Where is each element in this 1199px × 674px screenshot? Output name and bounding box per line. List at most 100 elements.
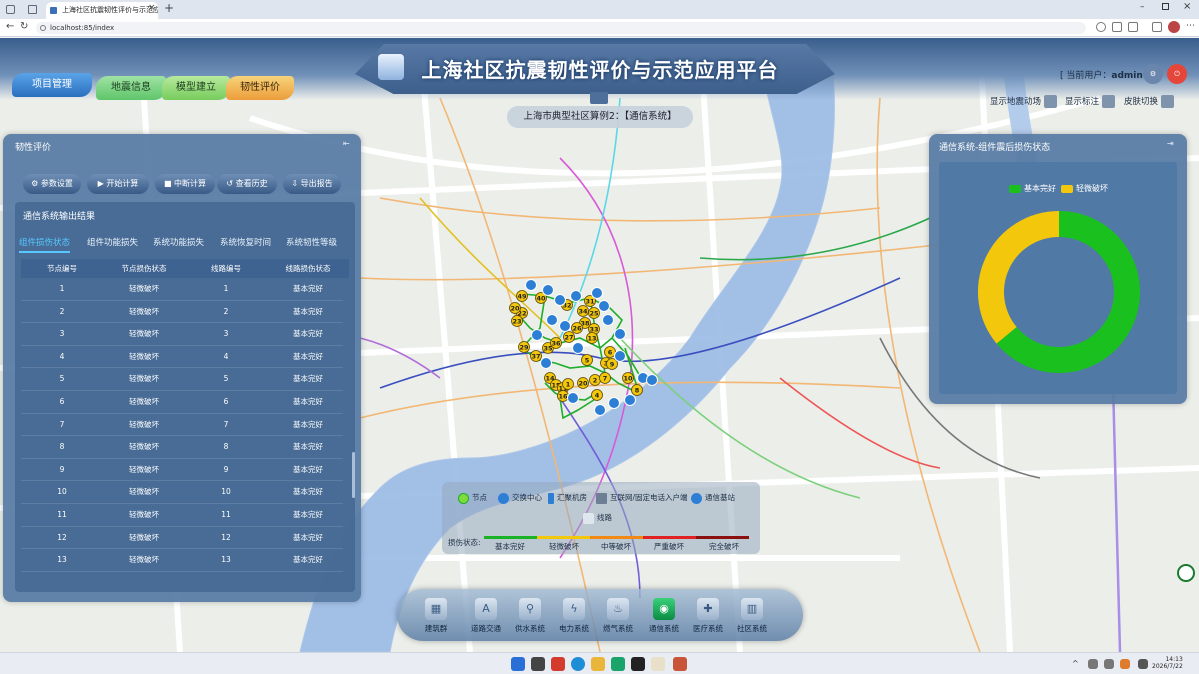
- table-row[interactable]: 10 轻微破坏 10 基本完好: [21, 481, 343, 504]
- base-station-marker[interactable]: [542, 284, 554, 296]
- more-menu-icon[interactable]: ⋯: [1186, 21, 1195, 31]
- base-station-marker[interactable]: [608, 397, 620, 409]
- back-icon[interactable]: ←: [6, 21, 14, 32]
- table-row[interactable]: 9 轻微破坏 9 基本完好: [21, 459, 343, 482]
- collapse-header-icon[interactable]: [590, 92, 608, 104]
- settings-icon[interactable]: ⚙: [1143, 64, 1163, 84]
- profile-avatar[interactable]: [1168, 21, 1180, 33]
- dock-community[interactable]: ▥ 社区系统: [731, 598, 773, 634]
- tab-actions-icon[interactable]: [6, 5, 15, 14]
- table-row[interactable]: 5 轻微破坏 5 基本完好: [21, 368, 343, 391]
- maximize-icon[interactable]: [1162, 3, 1169, 10]
- tab-system-function-loss[interactable]: 系统功能损失: [153, 236, 204, 248]
- table-row[interactable]: 4 轻微破坏 4 基本完好: [21, 346, 343, 369]
- tab-component-function-loss[interactable]: 组件功能损失: [87, 236, 138, 248]
- base-station-marker[interactable]: [624, 394, 636, 406]
- show-labels-button[interactable]: 显示标注: [1065, 94, 1116, 110]
- tray-sync-icon[interactable]: [1120, 659, 1130, 669]
- tab-system-recovery-time[interactable]: 系统恢复时间: [220, 236, 271, 248]
- base-station-marker[interactable]: [646, 374, 658, 386]
- tray-app-icon[interactable]: [1088, 659, 1098, 669]
- close-tab-icon[interactable]: ×: [148, 3, 156, 13]
- base-station-marker[interactable]: [554, 294, 566, 306]
- zoom-icon[interactable]: [1096, 22, 1106, 32]
- skin-switch-button[interactable]: 皮肤切换: [1124, 94, 1175, 110]
- dock-buildings[interactable]: ▦ 建筑群: [415, 598, 457, 634]
- show-ground-motion-button[interactable]: 显示地震动场: [990, 94, 1058, 110]
- url-field[interactable]: localhost:85/index: [36, 22, 1086, 34]
- legend-item-slight[interactable]: 轻微破坏: [1061, 183, 1108, 194]
- minimize-icon[interactable]: –: [1140, 2, 1145, 12]
- base-station-marker[interactable]: [525, 279, 537, 291]
- start-calc-button[interactable]: ▶ 开始计算: [87, 174, 149, 194]
- base-station-marker[interactable]: [614, 328, 626, 340]
- tab-system-resilience-level[interactable]: 系统韧性等级: [286, 236, 337, 248]
- workspaces-icon[interactable]: [28, 5, 37, 14]
- table-row[interactable]: 1 轻微破坏 1 基本完好: [21, 278, 343, 301]
- floating-assistant-icon[interactable]: [1177, 564, 1195, 582]
- active-app-icon[interactable]: [673, 657, 687, 671]
- base-station-marker[interactable]: [598, 300, 610, 312]
- table-row[interactable]: 11 轻微破坏 11 基本完好: [21, 504, 343, 527]
- app-icon[interactable]: [611, 657, 625, 671]
- base-station-marker[interactable]: [614, 350, 626, 362]
- terminal-icon[interactable]: [631, 657, 645, 671]
- browser-tab[interactable]: 上海社区抗震韧性评价与示范应用: [46, 2, 158, 19]
- collections-icon[interactable]: [1152, 22, 1162, 32]
- base-station-marker[interactable]: [570, 290, 582, 302]
- view-history-button[interactable]: ↺ 查看历史: [217, 174, 277, 194]
- dock-roads[interactable]: A 道路交通: [465, 598, 507, 634]
- table-row[interactable]: 12 轻微破坏 12 基本完好: [21, 527, 343, 550]
- base-station-marker[interactable]: [594, 404, 606, 416]
- edge-icon[interactable]: [571, 657, 585, 671]
- table-scrollbar[interactable]: [352, 452, 355, 498]
- dock-water[interactable]: ⚲ 供水系统: [509, 598, 551, 634]
- base-station-marker[interactable]: [572, 342, 584, 354]
- read-aloud-icon[interactable]: [1112, 22, 1122, 32]
- base-station-marker[interactable]: [540, 357, 552, 369]
- dock-power[interactable]: ϟ 电力系统: [553, 598, 595, 634]
- nav-project-management[interactable]: 项目管理: [12, 73, 92, 97]
- file-explorer-icon[interactable]: [591, 657, 605, 671]
- task-view-icon[interactable]: [531, 657, 545, 671]
- dock-communication[interactable]: ◉ 通信系统: [643, 598, 685, 634]
- editor-icon[interactable]: [651, 657, 665, 671]
- stop-calc-button[interactable]: ■ 中断计算: [155, 174, 215, 194]
- table-row[interactable]: 3 轻微破坏 3 基本完好: [21, 323, 343, 346]
- wps-icon[interactable]: [551, 657, 565, 671]
- tray-bluetooth-icon[interactable]: [1104, 659, 1114, 669]
- donut-slice-1[interactable]: [978, 211, 1060, 344]
- table-row[interactable]: 13 轻微破坏 13 基本完好: [21, 549, 343, 572]
- base-station-marker[interactable]: [546, 314, 558, 326]
- new-tab-icon[interactable]: +: [164, 1, 174, 15]
- site-info-icon[interactable]: [40, 25, 46, 31]
- chart-panel-collapse-icon[interactable]: ⇥: [1167, 139, 1174, 148]
- base-station-marker[interactable]: [531, 329, 543, 341]
- dock-medical[interactable]: ✚ 医疗系统: [687, 598, 729, 634]
- base-station-marker[interactable]: [602, 314, 614, 326]
- base-station-marker[interactable]: [567, 392, 579, 404]
- system-clock[interactable]: 14:13 2026/7/22: [1152, 656, 1183, 670]
- tray-chevron-icon[interactable]: ^: [1072, 659, 1079, 668]
- base-station-marker[interactable]: [591, 287, 603, 299]
- legend-item-intact[interactable]: 基本完好: [1009, 183, 1056, 194]
- base-station-marker[interactable]: [559, 320, 571, 332]
- dock-gas[interactable]: ♨ 燃气系统: [597, 598, 639, 634]
- table-row[interactable]: 6 轻微破坏 6 基本完好: [21, 391, 343, 414]
- nav-earthquake-info[interactable]: 地震信息: [96, 76, 166, 100]
- tab-component-damage[interactable]: 组件损伤状态: [19, 236, 71, 253]
- table-row[interactable]: 8 轻微破坏 8 基本完好: [21, 436, 343, 459]
- table-row[interactable]: 2 轻微破坏 2 基本完好: [21, 301, 343, 324]
- table-row[interactable]: 7 轻微破坏 7 基本完好: [21, 414, 343, 437]
- wifi-tray-icon[interactable]: [1138, 659, 1148, 669]
- favorites-icon[interactable]: [1128, 22, 1138, 32]
- start-icon[interactable]: [511, 657, 525, 671]
- reload-icon[interactable]: ↻: [20, 21, 28, 32]
- param-settings-button[interactable]: ⚙ 参数设置: [23, 174, 81, 194]
- panel-collapse-icon[interactable]: ⇤: [343, 139, 350, 148]
- nav-model-building[interactable]: 模型建立: [162, 76, 230, 100]
- nav-resilience-evaluation[interactable]: 韧性评价: [226, 76, 294, 100]
- logout-icon[interactable]: ⏻: [1167, 64, 1187, 84]
- export-report-button[interactable]: ⇩ 导出报告: [283, 174, 341, 194]
- close-window-icon[interactable]: ×: [1183, 1, 1191, 12]
